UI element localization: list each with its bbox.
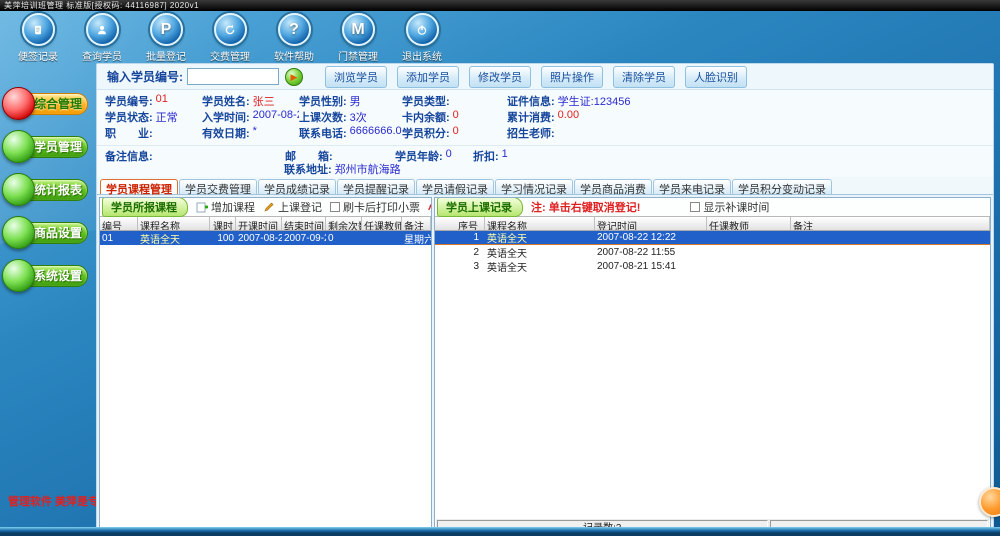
tab-score-records[interactable]: 学员成绩记录 <box>258 179 336 194</box>
toolbar-software-help[interactable]: ? 软件帮助 <box>262 13 326 63</box>
modify-student-button[interactable]: 修改学员 <box>469 66 531 88</box>
occupation-field: 职 业: <box>105 125 202 141</box>
student-id-label: 输入学员编号: <box>107 68 183 85</box>
student-idcard-field: 证件信息:学生证:123456 <box>507 93 993 109</box>
browse-student-button[interactable]: 浏览学员 <box>325 66 387 88</box>
note-icon <box>22 13 55 46</box>
app-window: 美萍培训班管理 标准版[授权码: 44116987] 2020v1 便签记录 查… <box>0 0 1000 536</box>
add-course-icon <box>196 201 208 213</box>
address-field: 联系地址:郑州市航海路 <box>284 161 401 177</box>
student-type-field: 学员类型: <box>402 93 507 109</box>
sidebar: 综合管理 学员管理 统计报表 商品设置 系统设置 管理软件 美萍是专家 <box>0 63 93 533</box>
tab-content: 学员所报课程 增加课程 上课登记 刷卡后打印小票 小票设置 <box>97 195 993 529</box>
right-click-note: 注: 单击右键取消登记! <box>531 199 640 215</box>
green-ball-icon <box>2 130 35 163</box>
face-recognition-button[interactable]: 人脸识别 <box>685 66 747 88</box>
attendance-records-panel: 学员上课记录 注: 单击右键取消登记! 显示补课时间 序号 课程名称 登记时间 … <box>434 197 991 529</box>
sidebar-item-products[interactable]: 商品设置 <box>2 218 90 248</box>
letter-p-icon: P <box>150 13 183 46</box>
person-icon <box>86 13 119 46</box>
attendance-records-title: 学员上课记录 <box>437 197 523 217</box>
student-name-field: 学员姓名:张三 <box>202 93 299 109</box>
toolbar-query-student[interactable]: 查询学员 <box>70 13 134 63</box>
toolbar-note-records[interactable]: 便签记录 <box>6 13 70 63</box>
title-bar: 美萍培训班管理 标准版[授权码: 44116987] 2020v1 <box>0 0 1000 11</box>
main-toolbar: 便签记录 查询学员 P 批量登记 交费管理 ? 软件帮助 <box>6 13 454 63</box>
card-balance-field: 卡内余额:0 <box>402 109 507 125</box>
remark-field: 备注信息: <box>105 148 285 164</box>
student-id-input[interactable] <box>187 68 279 85</box>
phone-field: 联系电话:6666666.0000000 <box>299 125 402 141</box>
window-title: 美萍培训班管理 标准版[授权码: 44116987] 2020v1 <box>4 1 199 10</box>
checkbox-icon <box>330 202 340 212</box>
sidebar-item-system[interactable]: 系统设置 <box>2 261 90 291</box>
green-ball-icon <box>2 259 35 292</box>
help-icon: ? <box>278 13 311 46</box>
tab-payment-management[interactable]: 学员交费管理 <box>179 179 257 194</box>
window-bottom-frame <box>0 527 1000 533</box>
red-ball-icon <box>2 87 35 120</box>
tab-course-management[interactable]: 学员课程管理 <box>100 179 178 194</box>
tab-call-records[interactable]: 学员来电记录 <box>653 179 731 194</box>
add-course-button[interactable]: 增加课程 <box>196 199 255 215</box>
attendance-table-header: 序号 课程名称 登记时间 任课教师 备注 <box>435 216 990 231</box>
toolbar-batch-register[interactable]: P 批量登记 <box>134 13 198 63</box>
print-receipt-checkbox[interactable]: 刷卡后打印小票 <box>330 199 420 215</box>
sidebar-item-comprehensive[interactable]: 综合管理 <box>2 89 90 119</box>
enrolled-courses-title: 学员所报课程 <box>102 197 188 217</box>
attendance-row[interactable]: 2 英语全天 2007-08-22 11:55 <box>435 245 990 259</box>
refresh-icon <box>214 13 247 46</box>
letter-m-icon: M <box>342 13 375 46</box>
points-field: 学员积分:0 <box>402 125 507 141</box>
student-info-section: 学员编号:01 学员姓名:张三 学员性别:男 学员类型: 证件信息:学生证:12… <box>97 90 993 177</box>
student-action-bar: 输入学员编号: ▶ 浏览学员 添加学员 修改学员 照片操作 清除学员 人脸识别 <box>97 64 993 90</box>
student-gender-field: 学员性别:男 <box>299 93 402 109</box>
show-makeup-time-checkbox[interactable]: 显示补课时间 <box>690 199 769 215</box>
detail-tabbar: 学员课程管理 学员交费管理 学员成绩记录 学员提醒记录 学员请假记录 学习情况记… <box>97 177 993 195</box>
green-ball-icon <box>2 216 35 249</box>
sidebar-item-reports[interactable]: 统计报表 <box>2 175 90 205</box>
toolbar-payment-management[interactable]: 交费管理 <box>198 13 262 63</box>
toolbar-access-control[interactable]: M 门禁管理 <box>326 13 390 63</box>
tab-reminder-records[interactable]: 学员提醒记录 <box>337 179 415 194</box>
tab-product-consumption[interactable]: 学员商品消费 <box>574 179 652 194</box>
green-ball-icon <box>2 173 35 206</box>
student-no-field: 学员编号:01 <box>105 93 202 109</box>
toolbar-exit-system[interactable]: 退出系统 <box>390 13 454 63</box>
total-consumption-field: 累计消费:0.00 <box>507 109 993 125</box>
photo-operation-button[interactable]: 照片操作 <box>541 66 603 88</box>
power-icon <box>406 13 439 46</box>
course-row-selected[interactable]: 01 英语全天 100 2007-08-21 2007-09-21 0 星期六上… <box>100 231 431 245</box>
valid-date-field: 有效日期:* <box>202 125 299 141</box>
main-panel: 输入学员编号: ▶ 浏览学员 添加学员 修改学员 照片操作 清除学员 人脸识别 … <box>96 63 994 529</box>
discount-field: 折扣:1 <box>473 148 508 164</box>
receipt-settings-link[interactable]: 小票设置 <box>428 199 432 215</box>
class-register-button[interactable]: 上课登记 <box>263 199 322 215</box>
pencil-icon <box>263 201 275 213</box>
attendance-row-selected[interactable]: 1 英语全天 2007-08-22 12:22 <box>435 231 990 245</box>
enrolled-courses-panel: 学员所报课程 增加课程 上课登记 刷卡后打印小票 小票设置 <box>99 197 432 529</box>
checkbox-icon <box>690 202 700 212</box>
slogan-text: 管理软件 美萍是专家 <box>8 493 110 509</box>
sidebar-item-students[interactable]: 学员管理 <box>2 132 90 162</box>
tab-study-records[interactable]: 学习情况记录 <box>495 179 573 194</box>
tab-points-change-records[interactable]: 学员积分变动记录 <box>732 179 832 194</box>
add-student-button[interactable]: 添加学员 <box>397 66 459 88</box>
clear-student-button[interactable]: 清除学员 <box>613 66 675 88</box>
go-arrow-button[interactable]: ▶ <box>285 68 303 86</box>
enroll-date-field: 入学时间:2007-08-21 <box>202 109 299 125</box>
age-field: 学员年龄:0 <box>395 148 473 164</box>
tab-leave-records[interactable]: 学员请假记录 <box>416 179 494 194</box>
courses-table-header: 编号 课程名称 课时 开课时间 结束时间 剩余次数 任课教师 备注 <box>100 216 431 231</box>
recruiter-field: 招生老师: <box>507 125 993 141</box>
attendance-row[interactable]: 3 英语全天 2007-08-21 15:41 <box>435 259 990 273</box>
student-status-field: 学员状态:正常 <box>105 109 202 125</box>
class-count-field: 上课次数:3次 <box>299 109 402 125</box>
